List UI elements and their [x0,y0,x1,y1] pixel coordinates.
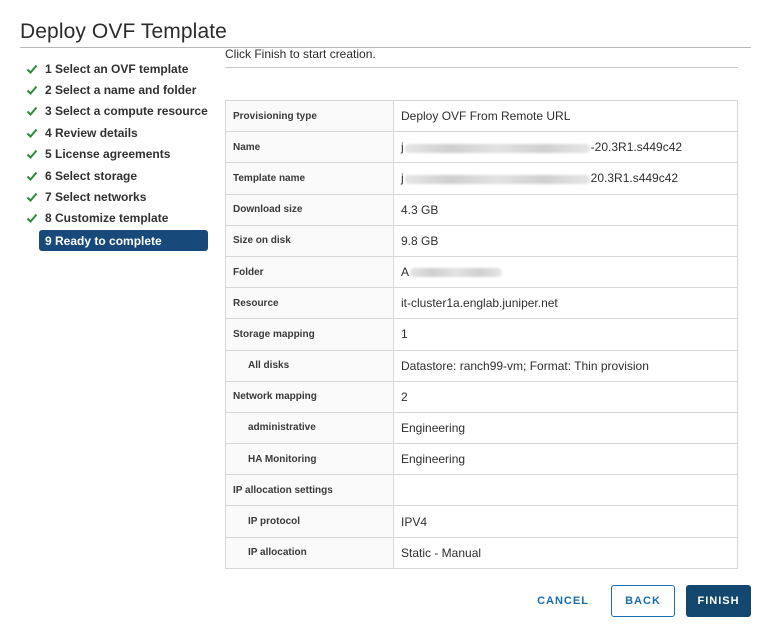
summary-row: Name j -20.3R1.s449c42 [225,131,738,164]
summary-value: 1 [393,318,738,351]
summary-row: Resource it-cluster1a.englab.juniper.net [225,287,738,320]
redacted-text [404,143,590,153]
summary-key: Size on disk [225,224,394,257]
summary-key: Folder [225,255,394,289]
check-icon [26,212,38,224]
back-button[interactable]: BACK [611,585,675,617]
wizard-steps: 1 Select an OVF template 2 Select a name … [26,58,210,252]
wizard-step-4[interactable]: 4 Review details [26,122,210,143]
value-text: Static - Manual [401,545,482,560]
wizard-step-label: 4 Review details [45,125,138,140]
summary-row: IP allocation Static - Manual [225,536,738,569]
wizard-step-5[interactable]: 5 License agreements [26,144,210,165]
wizard-step-label: 8 Customize template [45,211,169,226]
value-text: 9.8 GB [401,233,439,248]
summary-value: Static - Manual [393,536,738,569]
value-text: 1 [401,327,408,342]
redacted-text [410,268,503,278]
summary-row: Download size 4.3 GB [225,193,738,226]
check-icon [26,191,38,203]
title-divider [20,47,751,48]
summary-value: Datastore: ranch99-vm; Format: Thin prov… [393,349,738,382]
wizard-step-label: 5 License agreements [45,147,171,162]
value-prefix: A [401,265,410,280]
summary-key: Network mapping [225,380,394,413]
summary-row: administrative Engineering [225,411,738,445]
summary-row: Provisioning type Deploy OVF From Remote … [225,99,738,133]
wizard-step-7[interactable]: 7 Select networks [26,186,210,207]
value-text: 2 [401,389,408,404]
summary-key: HA Monitoring [225,443,394,476]
summary-table: Provisioning type Deploy OVF From Remote … [225,99,738,569]
summary-value [393,474,738,507]
summary-row: Size on disk 9.8 GB [225,224,738,257]
summary-key: Resource [225,287,394,320]
check-icon [26,84,38,96]
summary-value: 9.8 GB [393,224,738,257]
summary-key: Template name [225,162,394,195]
summary-key: IP allocation [225,536,394,569]
cancel-button[interactable]: CANCEL [527,585,599,617]
value-text: Datastore: ranch99-vm; Format: Thin prov… [401,358,649,373]
summary-value: j -20.3R1.s449c42 [393,131,738,164]
value-text: it-cluster1a.englab.juniper.net [401,296,558,311]
check-icon [26,105,38,117]
summary-key: All disks [225,349,394,382]
summary-value: Engineering [393,411,738,445]
check-icon [26,170,38,182]
summary-key: Provisioning type [225,99,394,133]
summary-row: HA Monitoring Engineering [225,443,738,476]
summary-key: IP allocation settings [225,474,394,507]
summary-key: IP protocol [225,505,394,538]
wizard-step-label: 9 Ready to complete [45,233,162,248]
wizard-step-3[interactable]: 3 Select a compute resource [26,101,210,122]
value-prefix: j [401,171,404,186]
summary-row: Folder A [225,255,738,289]
check-icon [26,127,38,139]
intro-text: Click Finish to start creation. [225,47,376,61]
wizard-step-label: 3 Select a compute resource [45,104,208,119]
summary-row: Template name j 20.3R1.s449c42 [225,162,738,195]
summary-key: Download size [225,193,394,226]
summary-value: 4.3 GB [393,193,738,226]
summary-key: Name [225,131,394,164]
value-suffix: -20.3R1.s449c42 [590,140,683,155]
summary-row: Storage mapping 1 [225,318,738,351]
summary-row: IP allocation settings [225,474,738,507]
summary-value: 2 [393,380,738,413]
summary-value: Engineering [393,443,738,476]
wizard-step-label: 6 Select storage [45,168,138,183]
check-icon [26,148,38,160]
redacted-text [404,174,590,184]
dialog-title: Deploy OVF Template [20,20,227,43]
wizard-step-label: 7 Select networks [45,190,147,205]
summary-key: Storage mapping [225,318,394,351]
wizard-step-9[interactable]: 9 Ready to complete [39,230,208,252]
value-text: 4.3 GB [401,202,439,217]
value-text: Deploy OVF From Remote URL [401,109,571,124]
value-suffix: 20.3R1.s449c42 [590,171,679,186]
wizard-step-8[interactable]: 8 Customize template [26,208,210,229]
summary-value: j 20.3R1.s449c42 [393,162,738,195]
summary-value: Deploy OVF From Remote URL [393,99,738,133]
wizard-step-1[interactable]: 1 Select an OVF template [26,58,210,79]
value-text: Engineering [401,452,466,467]
wizard-step-6[interactable]: 6 Select storage [26,165,210,186]
summary-value: it-cluster1a.englab.juniper.net [393,287,738,320]
summary-value: A [393,255,738,289]
value-text: IPV4 [401,514,428,529]
wizard-step-label: 2 Select a name and folder [45,83,197,98]
intro-divider [225,67,738,68]
value-prefix: j [401,140,404,155]
check-icon [26,63,38,75]
summary-row: All disks Datastore: ranch99-vm; Format: … [225,349,738,382]
summary-row: IP protocol IPV4 [225,505,738,538]
value-text: Engineering [401,420,466,435]
summary-value: IPV4 [393,505,738,538]
summary-row: Network mapping 2 [225,380,738,413]
wizard-step-label: 1 Select an OVF template [45,61,189,76]
summary-key: administrative [225,411,394,445]
finish-button[interactable]: FINISH [686,585,751,617]
wizard-step-2[interactable]: 2 Select a name and folder [26,79,210,100]
